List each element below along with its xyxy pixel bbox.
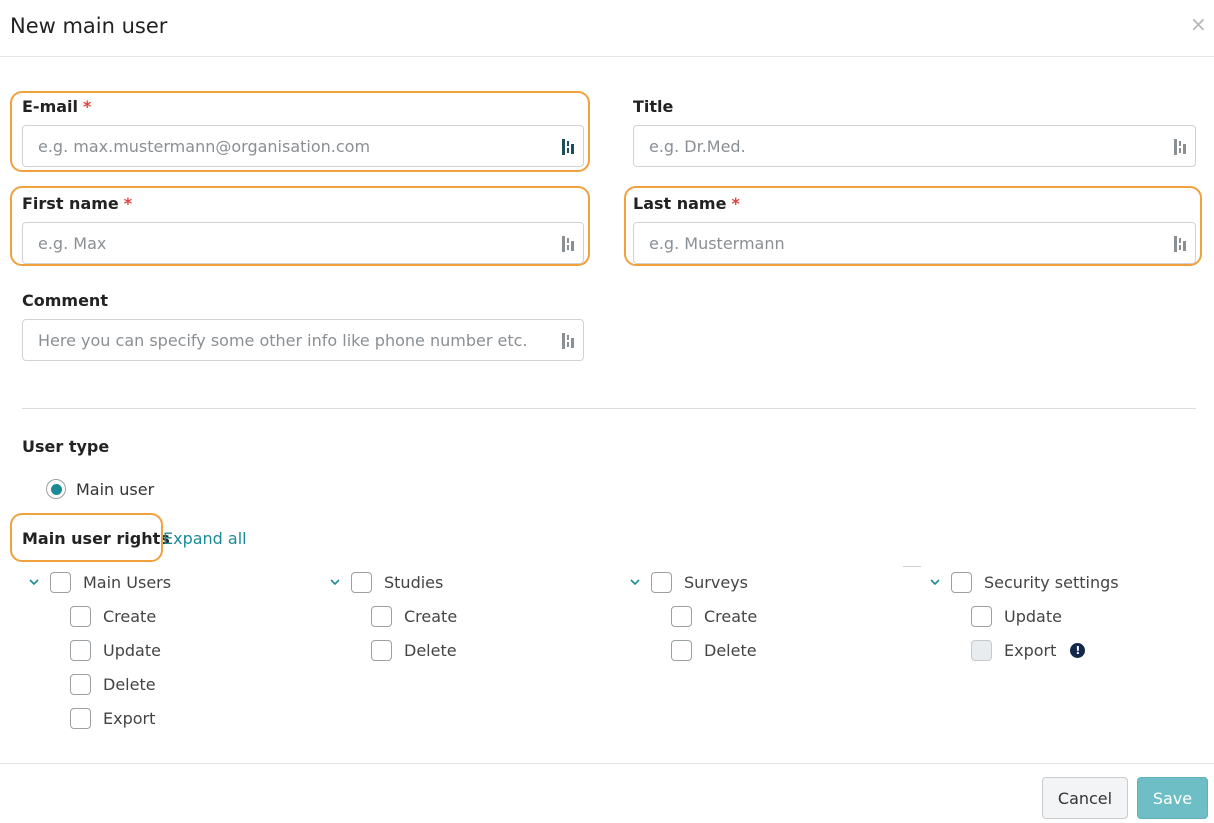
rights-label: Main user rights (22, 529, 170, 548)
email-field-wrap (22, 125, 584, 167)
checkbox-label: Create (404, 606, 458, 626)
email-label-text: E-mail (22, 97, 79, 116)
radio-main-user[interactable]: Main user (46, 478, 154, 500)
checkbox-main-users-delete[interactable] (70, 673, 91, 695)
dialog-footer (0, 763, 1214, 823)
title-field[interactable] (634, 126, 1195, 166)
tree-child-studies-create: Create (371, 604, 457, 628)
first-name-field[interactable] (23, 223, 583, 263)
title-field-wrap (633, 125, 1196, 167)
last-name-label: Last name * (633, 194, 740, 213)
tree-parent-security-settings: Security settings (929, 570, 1119, 594)
first-name-label: First name * (22, 194, 132, 213)
checkbox-studies-create[interactable] (371, 605, 392, 627)
checkbox-surveys[interactable] (651, 571, 672, 593)
divider-mark (903, 566, 921, 567)
tree-child-security-update: Update (971, 604, 1062, 628)
user-type-label: User type (22, 437, 110, 456)
keyboard-icon[interactable] (1173, 235, 1187, 253)
keyboard-icon[interactable] (561, 332, 575, 350)
chevron-down-icon[interactable] (629, 576, 641, 588)
tree-child-main-users-delete: Delete (70, 672, 156, 696)
section-divider (22, 408, 1196, 409)
checkbox-surveys-create[interactable] (671, 605, 692, 627)
keyboard-icon[interactable] (1173, 138, 1187, 156)
info-icon[interactable]: ! (1070, 642, 1086, 658)
dialog-title: New main user (10, 14, 168, 38)
checkbox-label: Create (704, 606, 758, 626)
last-name-field[interactable] (634, 223, 1195, 263)
title-label: Title (633, 97, 674, 116)
checkbox-studies[interactable] (351, 571, 372, 593)
chevron-down-icon[interactable] (28, 576, 40, 588)
comment-field-wrap (22, 319, 584, 361)
radio-label: Main user (76, 479, 155, 499)
checkbox-main-users[interactable] (50, 571, 71, 593)
tree-child-main-users-export: Export (70, 706, 155, 730)
checkbox-security-update[interactable] (971, 605, 992, 627)
checkbox-label: Delete (404, 640, 457, 660)
first-name-field-wrap (22, 222, 584, 264)
tree-parent-main-users: Main Users (28, 570, 171, 594)
checkbox-label: Update (1004, 606, 1062, 626)
expand-all-link[interactable]: Expand all (163, 529, 247, 548)
keyboard-icon[interactable] (561, 235, 575, 253)
tree-parent-surveys: Surveys (629, 570, 748, 594)
checkbox-label: Export (1004, 640, 1057, 660)
radio-selected-dot (50, 483, 62, 495)
checkbox-security-export (971, 639, 992, 661)
checkbox-label: Delete (704, 640, 757, 660)
checkbox-label: Update (103, 640, 161, 660)
tree-child-security-export: Export ! (971, 638, 1086, 662)
last-name-label-text: Last name (633, 194, 727, 213)
checkbox-label: Studies (384, 572, 444, 592)
required-mark: * (83, 97, 92, 116)
checkbox-label: Export (103, 708, 156, 728)
checkbox-security-settings[interactable] (951, 571, 972, 593)
cancel-button[interactable]: Cancel (1042, 777, 1128, 819)
last-name-field-wrap (633, 222, 1196, 264)
close-icon[interactable]: × (1190, 14, 1207, 34)
radio-button[interactable] (46, 479, 66, 499)
required-mark: * (123, 194, 133, 213)
email-label: E-mail * (22, 97, 91, 116)
email-field[interactable] (23, 126, 583, 166)
checkbox-label: Create (103, 606, 157, 626)
checkbox-main-users-create[interactable] (70, 605, 91, 627)
chevron-down-icon[interactable] (329, 576, 341, 588)
checkbox-main-users-export[interactable] (70, 707, 91, 729)
tree-child-studies-delete: Delete (371, 638, 457, 662)
tree-parent-studies: Studies (329, 570, 443, 594)
checkbox-studies-delete[interactable] (371, 639, 392, 661)
first-name-label-text: First name (22, 194, 119, 213)
checkbox-label: Main Users (83, 572, 172, 592)
tree-child-surveys-create: Create (671, 604, 757, 628)
tree-child-surveys-delete: Delete (671, 638, 757, 662)
checkbox-label: Delete (103, 674, 156, 694)
keyboard-icon[interactable] (561, 138, 575, 156)
checkbox-main-users-update[interactable] (70, 639, 91, 661)
checkbox-label: Security settings (984, 572, 1119, 592)
save-button[interactable]: Save (1137, 777, 1208, 819)
required-mark: * (731, 194, 740, 213)
tree-child-main-users-create: Create (70, 604, 156, 628)
checkbox-surveys-delete[interactable] (671, 639, 692, 661)
dialog-header: New main user × (0, 0, 1214, 57)
tree-child-main-users-update: Update (70, 638, 161, 662)
comment-field[interactable] (23, 320, 583, 360)
checkbox-label: Surveys (684, 572, 748, 592)
chevron-down-icon[interactable] (929, 576, 941, 588)
comment-label: Comment (22, 291, 108, 310)
